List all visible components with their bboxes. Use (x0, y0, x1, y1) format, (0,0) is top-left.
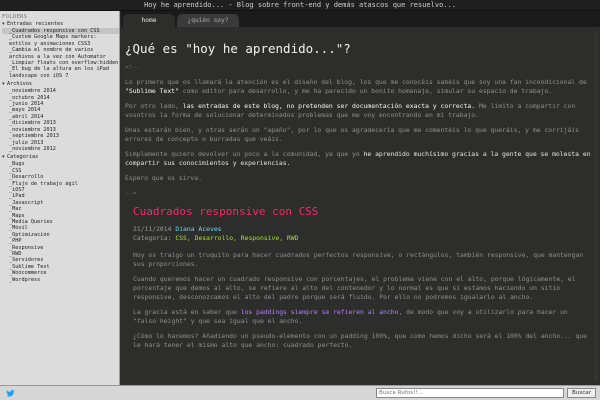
intro-paragraph: Lo primero que os llamará la atención es… (125, 78, 587, 95)
sidebar-item-post[interactable]: _El bug de la altura en los iPad landsca… (2, 66, 119, 79)
twitter-icon[interactable] (6, 389, 15, 398)
comment-close: --> (125, 189, 137, 197)
sidebar-item-post[interactable]: _Cambia el nombre de varios archivos a l… (2, 47, 119, 60)
post-paragraph: ¿Cómo lo hacemos? Añadiendo un pseudo-el… (133, 332, 588, 349)
search-input[interactable] (376, 388, 564, 398)
post-paragraph: Hoy os traigo un truquito para hacer cua… (133, 251, 584, 268)
sidebar: FOLDERS ▼ Entradas recientes _Cuadrados r… (0, 11, 120, 385)
search-button[interactable]: Buscar (567, 388, 596, 398)
editor-scrollbar[interactable] (594, 31, 598, 381)
post-categories: Categoría: CSS, Desarrollo, Responsive, … (133, 234, 299, 242)
post-paragraph: La gracia está en saber que los paddings… (133, 308, 568, 325)
tab-home[interactable]: home (123, 14, 175, 27)
intro-paragraph: Por otro lado, las entradas de este blog… (125, 102, 576, 119)
post-paragraph: Cuando queremos hacer un cuadrado respon… (133, 275, 576, 301)
folder-categorias[interactable]: ▼ Categorías (2, 154, 119, 161)
post-meta: 21/11/2014 Diana Aceves (133, 225, 591, 234)
page-title: ¿Qué es "hoy he aprendido..."? (125, 41, 351, 56)
post-author-link[interactable]: Diana Aceves (175, 225, 221, 233)
editor-pane: home ¿quién soy? ¿Qué es "hoy he aprendi… (121, 11, 600, 385)
post-category-links[interactable]: CSS, Desarrollo, Responsive, RWD (175, 234, 298, 242)
post-article: Cuadrados responsive con CSS 21/11/2014 … (133, 204, 591, 350)
intro-paragraph: Espero que os sirva. (125, 174, 202, 182)
post-date: 21/11/2014 (133, 225, 172, 233)
tab-quien-soy[interactable]: ¿quién soy? (177, 14, 239, 27)
sidebar-item-post[interactable]: _Custom Google Maps markers: estilos y a… (2, 34, 119, 47)
editor-content: ¿Qué es "hoy he aprendido..."? <!-- Lo p… (125, 31, 591, 356)
folder-entradas-recientes[interactable]: ▼ Entradas recientes (2, 21, 119, 28)
window-title: Hoy he aprendido... - Blog sobre front-e… (0, 0, 600, 11)
comment-open: <!-- (125, 63, 141, 71)
post-title-link[interactable]: Cuadrados responsive con CSS (133, 204, 591, 219)
tab-bar: home ¿quién soy? (121, 11, 600, 27)
intro-paragraph: Unas estarán bien, y otras serán un "apa… (125, 126, 580, 143)
folder-archivos[interactable]: ▼ Archivos (2, 81, 119, 88)
sidebar-header: FOLDERS (2, 14, 28, 20)
status-bar: Busca r (0, 385, 600, 400)
intro-paragraph: Simplemente quiero devolver un poco a la… (125, 150, 591, 167)
sidebar-item-category[interactable]: _Wordpress (2, 277, 119, 283)
